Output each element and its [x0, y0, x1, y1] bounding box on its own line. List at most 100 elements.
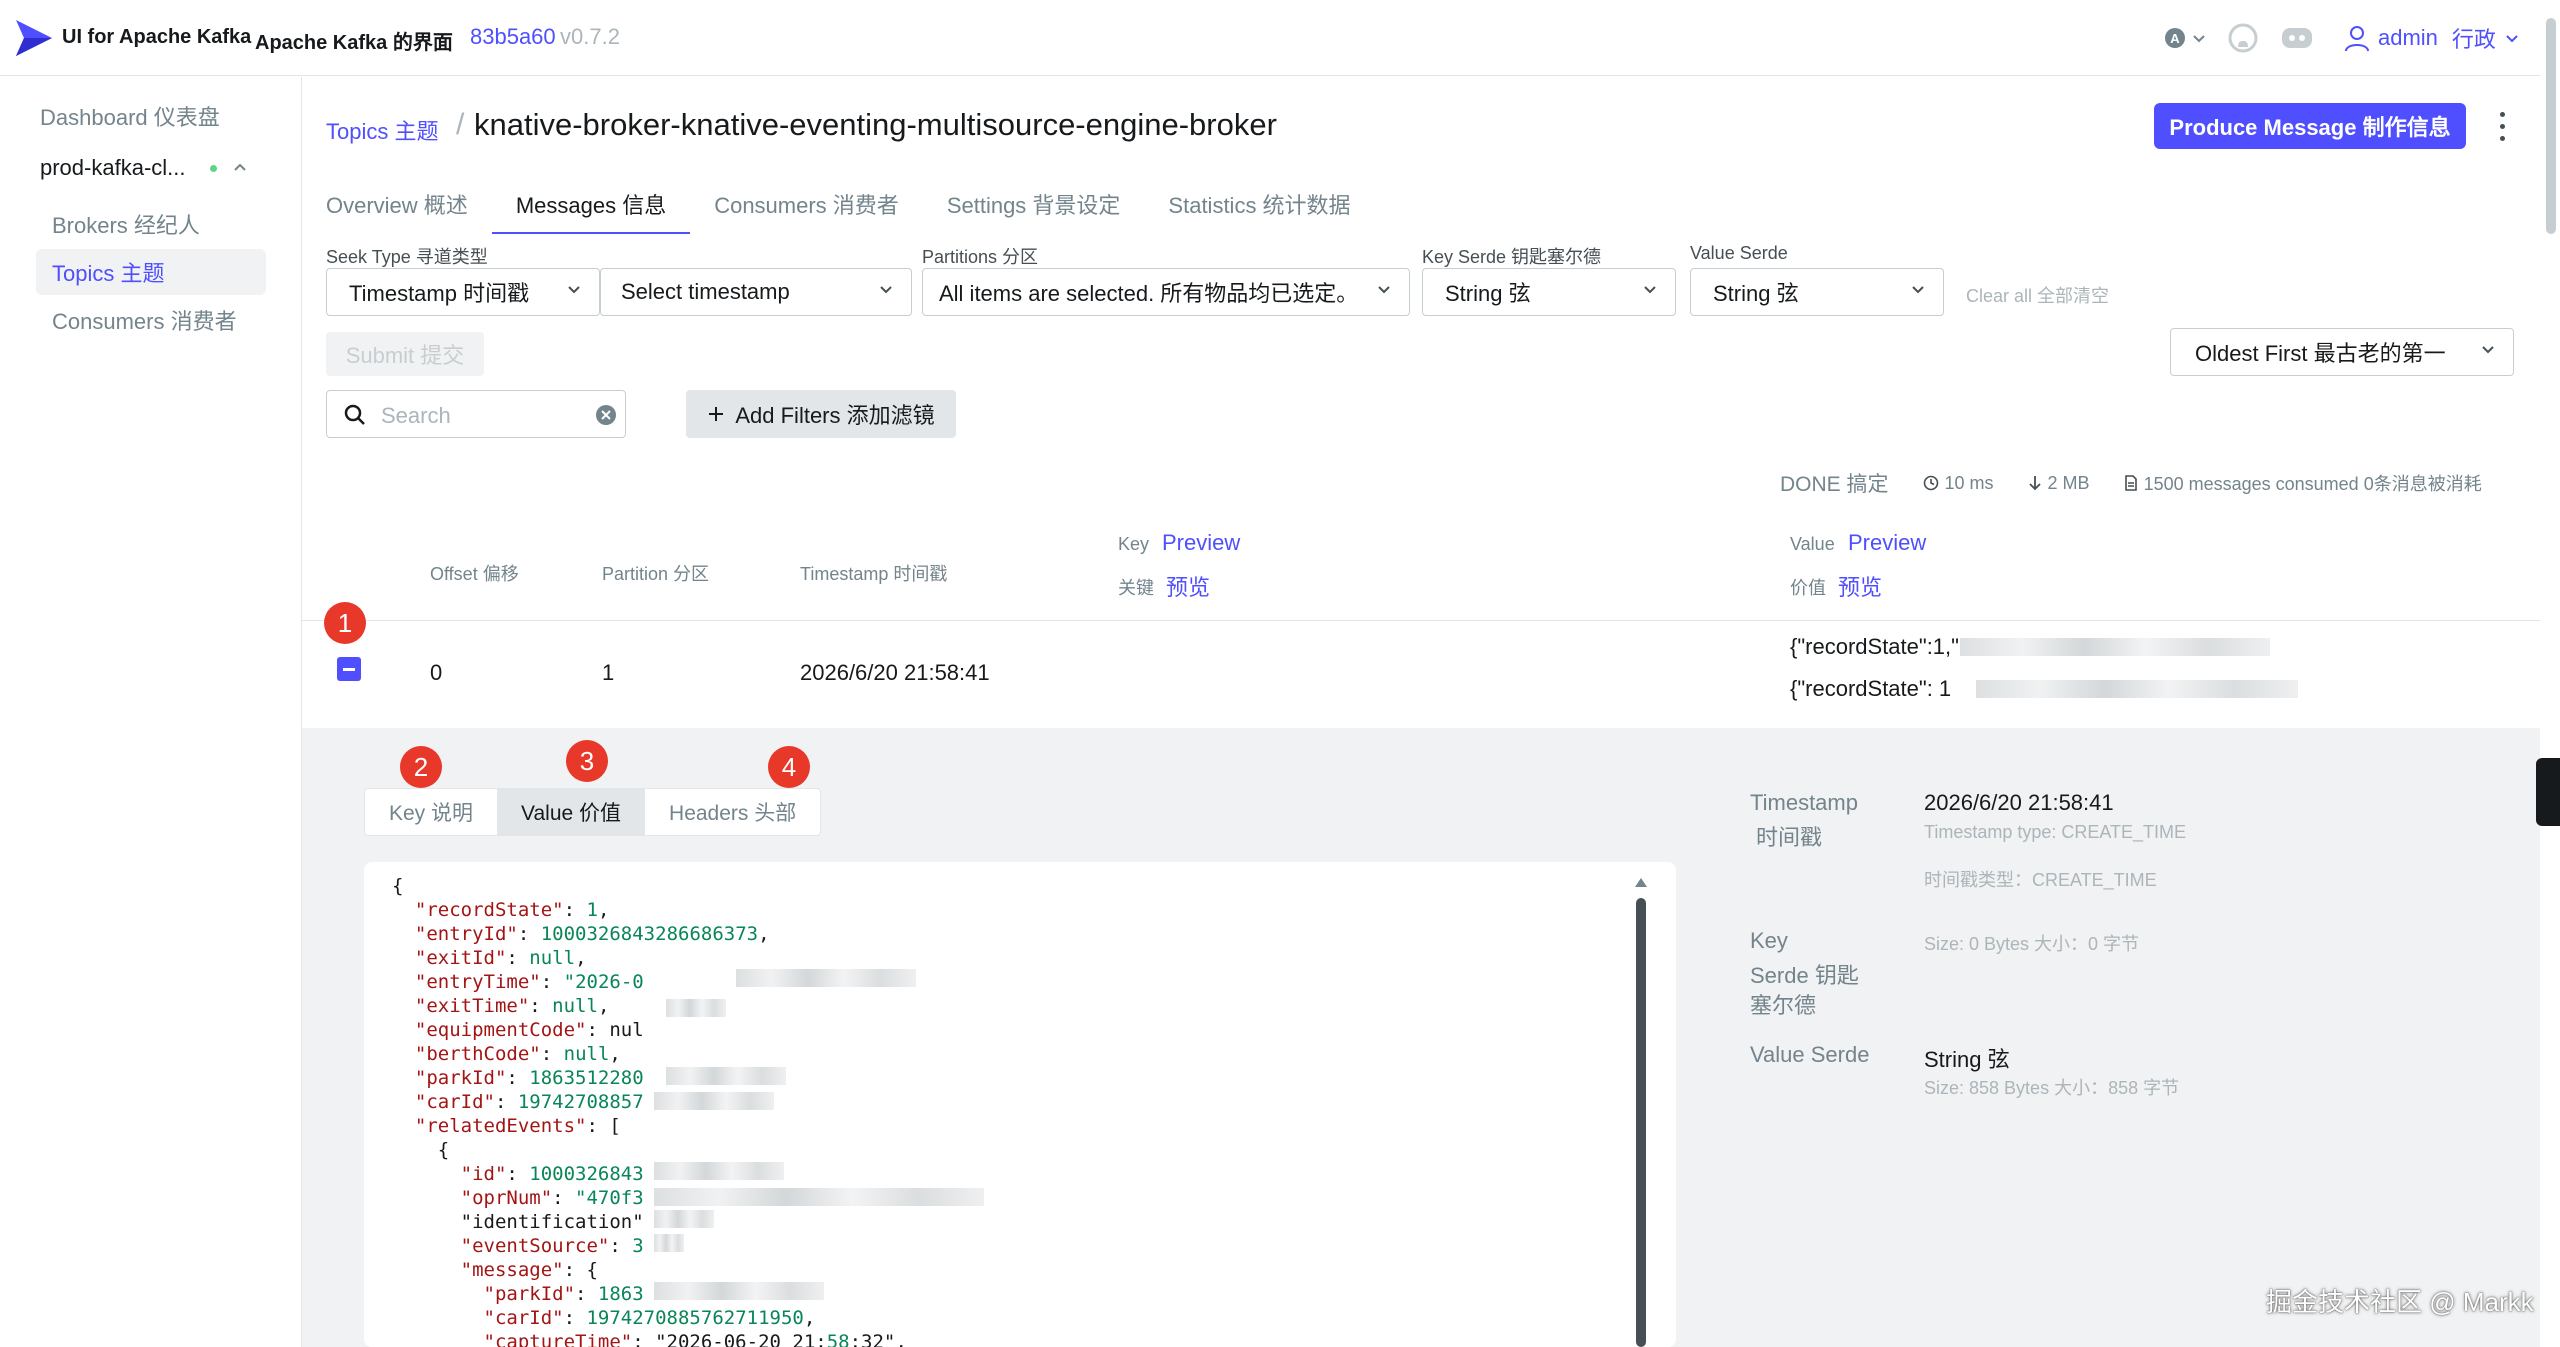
redacted-block	[654, 1162, 784, 1180]
search-icon	[344, 404, 365, 425]
side-dock-handle[interactable]	[2536, 758, 2560, 826]
version-commit-link[interactable]: 83b5a60	[470, 24, 556, 50]
page-title: knative-broker-knative-eventing-multisou…	[474, 107, 1277, 142]
meta-timestamp-type: Timestamp type: CREATE_TIME	[1924, 822, 2187, 842]
seek-type-value: Timestamp 时间戳	[349, 281, 530, 306]
tab-messages[interactable]: Messages 信息	[491, 172, 691, 234]
column-header-offset: Offset 偏移	[430, 564, 519, 584]
seek-type-select[interactable]: Timestamp 时间戳	[326, 268, 600, 316]
row-partition: 1	[602, 660, 615, 685]
breadcrumb-topics[interactable]: Topics 主题	[326, 114, 438, 146]
key-serde-select[interactable]: String 弦	[1422, 268, 1676, 316]
row-timestamp: 2026/6/20 21:58:41	[800, 660, 990, 685]
annotation-badge-2: 2	[400, 746, 442, 788]
redacted-block	[654, 1234, 684, 1252]
consume-status: DONE 搞定	[1780, 473, 1889, 496]
sidebar-item-dashboard[interactable]: Dashboard 仪表盘	[24, 93, 266, 139]
redacted-block	[654, 1210, 714, 1228]
search-input[interactable]: Search	[326, 390, 626, 438]
redacted-block	[736, 969, 916, 987]
key-preview-link[interactable]: Preview	[1162, 530, 1240, 556]
plus-icon	[709, 407, 724, 421]
meta-key-serde-label-2: Serde 钥匙	[1750, 963, 1859, 988]
meta-value-size: Size: 858 Bytes 大小：858 字节	[1924, 1078, 2180, 1098]
meta-key-size: Size: 0 Bytes 大小：0 字节	[1924, 934, 2140, 954]
key-preview-link-cn[interactable]: 预览	[1166, 570, 1210, 602]
kafka-logo-icon[interactable]	[14, 16, 54, 60]
consume-stats: DONE 搞定 10 ms 2 MB 1500 messages consume…	[1780, 470, 2482, 497]
redacted-block	[654, 1282, 824, 1300]
meta-timestamp-value: 2026/6/20 21:58:41	[1924, 790, 2114, 815]
user-name-cn: 行政	[2451, 27, 2496, 52]
chevron-down-icon	[2506, 35, 2518, 43]
value-serde-select[interactable]: String 弦	[1690, 268, 1944, 316]
more-options-icon[interactable]	[2494, 108, 2510, 144]
collapse-row-icon[interactable]	[337, 657, 361, 681]
discord-icon[interactable]	[2280, 24, 2314, 52]
redacted-block	[1976, 680, 2298, 698]
column-header-timestamp: Timestamp 时间戳	[800, 564, 948, 584]
sidebar-cluster-name[interactable]: prod-kafka-cl...	[40, 155, 186, 181]
svg-text:A: A	[2170, 31, 2180, 46]
sidebar: Dashboard 仪表盘 prod-kafka-cl... Brokers 经…	[0, 77, 302, 1347]
meta-timestamp-type-cn: 时间戳类型：CREATE_TIME	[1924, 870, 2157, 890]
clear-all-link[interactable]: Clear all 全部清空	[1966, 282, 2109, 308]
chevron-down-icon	[1912, 286, 1924, 294]
tab-statistics[interactable]: Statistics 统计数据	[1168, 172, 1374, 234]
detail-tabs: Key 说明 Value 价值 Headers 头部	[364, 788, 822, 836]
partitions-select[interactable]: All items are selected. 所有物品均已选定。	[922, 268, 1410, 316]
json-viewer: { "recordState": 1, "entryId": 100032684…	[364, 862, 1676, 1347]
watermark: 掘金技术社区 @ Markk	[2266, 1287, 2534, 1317]
tab-consumers[interactable]: Consumers 消费者	[714, 172, 923, 234]
row-value-preview-1: {"recordState":1,"	[1790, 634, 1959, 659]
chevron-down-icon	[2193, 35, 2205, 43]
meta-timestamp-label: Timestamp	[1750, 790, 1858, 815]
messages-consumed-value: 1500 messages consumed 0条消息被消耗	[2143, 474, 2482, 494]
scroll-up-arrow-icon[interactable]	[1634, 876, 1648, 888]
search-placeholder: Search	[381, 403, 451, 428]
meta-value-serde-value: String 弦	[1924, 1047, 2010, 1072]
sort-order-value: Oldest First 最古老的第一	[2195, 341, 2446, 366]
messages-consumed: 1500 messages consumed 0条消息被消耗	[2124, 470, 2482, 496]
column-header-partition: Partition 分区	[602, 564, 710, 584]
row-value-preview-2: {"recordState": 1	[1790, 676, 1952, 701]
clear-search-icon[interactable]	[595, 404, 617, 426]
column-header-key: Key	[1118, 534, 1150, 554]
cluster-status-dot	[210, 165, 217, 172]
submit-button[interactable]: Submit 提交	[326, 332, 484, 376]
value-preview-link[interactable]: Preview	[1848, 530, 1926, 556]
json-scrollbar[interactable]	[1636, 898, 1646, 1347]
detail-tab-key[interactable]: Key 说明	[365, 789, 497, 835]
table-divider	[302, 620, 2540, 621]
page-scrollbar[interactable]	[2546, 18, 2556, 234]
github-icon[interactable]	[2228, 23, 2258, 53]
annotation-badge-4: 4	[768, 746, 810, 788]
chevron-down-icon	[568, 286, 580, 294]
timestamp-picker[interactable]: Select timestamp	[600, 268, 912, 316]
produce-message-button[interactable]: Produce Message 制作信息	[2154, 103, 2466, 149]
topic-tabs: Overview 概述 Messages 信息 Consumers 消费者 Se…	[326, 172, 1399, 234]
bytes-consumed-value: 2 MB	[2047, 472, 2090, 493]
detail-tab-headers[interactable]: Headers 头部	[645, 789, 820, 835]
bytes-consumed: 2 MB	[2028, 473, 2090, 494]
sidebar-item-topics[interactable]: Topics 主题	[36, 249, 266, 295]
sidebar-item-consumers[interactable]: Consumers 消费者	[36, 297, 266, 343]
brand-title: UI for Apache Kafka	[62, 26, 252, 48]
tab-overview[interactable]: Overview 概述	[326, 172, 492, 234]
sidebar-item-brokers[interactable]: Brokers 经纪人	[36, 201, 266, 247]
add-filters-button[interactable]: Add Filters 添加滤镜	[686, 390, 956, 438]
sort-order-select[interactable]: Oldest First 最古老的第一	[2170, 328, 2514, 376]
detail-tab-value[interactable]: Value 价值	[497, 789, 646, 835]
tab-settings[interactable]: Settings 背景设定	[947, 172, 1145, 234]
language-selector[interactable]: A	[2164, 27, 2206, 49]
chevron-up-icon[interactable]	[232, 159, 248, 175]
top-icons: A	[2164, 20, 2314, 56]
partitions-label: Partitions 分区	[922, 247, 1039, 267]
annotation-badge-3: 3	[566, 740, 608, 782]
redacted-block	[654, 1188, 984, 1206]
elapsed-time-value: 10 ms	[1944, 472, 1994, 493]
redacted-block	[654, 1092, 774, 1110]
brand-title-cn: Apache Kafka 的界面	[255, 32, 453, 54]
user-menu[interactable]: admin 行政	[2344, 22, 2520, 54]
value-preview-link-cn[interactable]: 预览	[1838, 570, 1882, 602]
